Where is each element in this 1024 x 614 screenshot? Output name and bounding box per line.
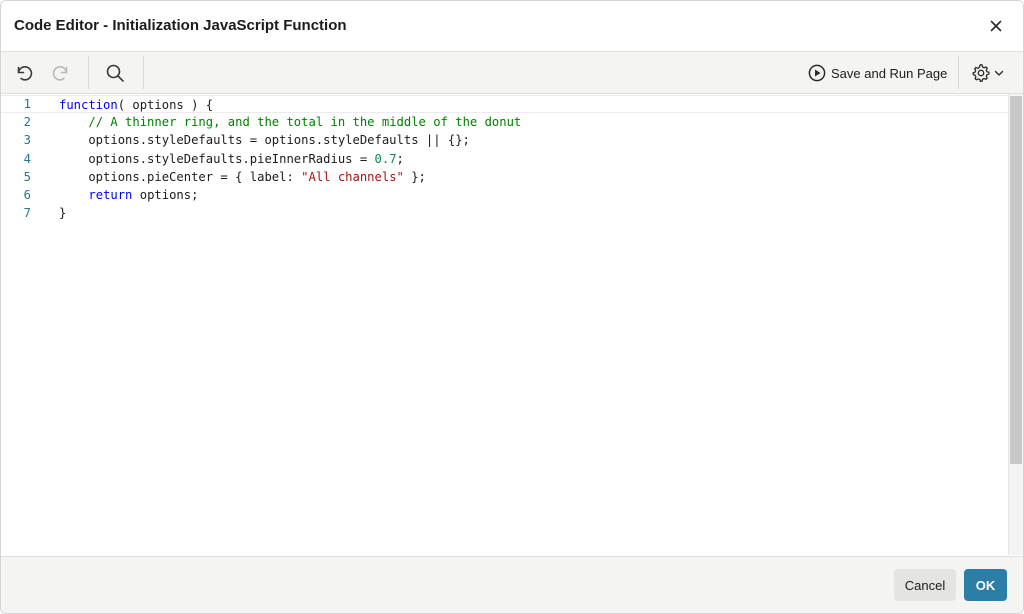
code-editor-dialog: Code Editor - Initialization JavaScript … — [0, 0, 1024, 614]
code-token: // A thinner ring, and the total in the … — [88, 115, 522, 130]
line-number-gutter: 1234567 — [1, 94, 45, 555]
code-line[interactable]: options.styleDefaults.pieInnerRadius = 0… — [59, 150, 1007, 168]
toolbar-divider — [143, 56, 144, 89]
editor-toolbar: Save and Run Page — [1, 52, 1023, 94]
line-number: 6 — [23, 188, 31, 202]
scrollbar-thumb[interactable] — [1010, 96, 1022, 464]
code-token: ( options ) { — [117, 98, 214, 112]
dialog-footer: Cancel OK — [1, 556, 1023, 613]
close-button[interactable] — [983, 13, 1009, 39]
code-line[interactable]: return options; — [59, 186, 1007, 204]
vertical-scrollbar[interactable] — [1008, 94, 1023, 555]
code-token: }; — [403, 169, 426, 184]
code-token: ; — [396, 151, 404, 166]
redo-icon — [52, 66, 68, 81]
code-token: return — [88, 188, 133, 202]
code-token: } — [59, 206, 67, 221]
code-token: options.pieCenter = { label: — [59, 169, 302, 184]
search-button[interactable] — [101, 59, 129, 87]
line-number: 4 — [23, 151, 31, 166]
save-and-run-page-label: Save and Run Page — [831, 65, 948, 81]
line-number: 3 — [23, 133, 31, 148]
code-token: options.styleDefaults.pieInnerRadius = — [59, 151, 375, 166]
code-token: options.styleDefaults = options.styleDef… — [59, 133, 470, 148]
code-line[interactable]: options.styleDefaults = options.styleDef… — [59, 131, 1007, 149]
code-area[interactable]: function( options ) { // A thinner ring,… — [1, 94, 1009, 555]
code-line[interactable]: function( options ) { — [1, 95, 1009, 113]
code-token: "All channels" — [301, 169, 404, 184]
line-number: 5 — [23, 169, 31, 184]
search-icon — [106, 64, 124, 82]
dialog-title: Code Editor - Initialization JavaScript … — [14, 17, 347, 34]
code-line[interactable]: options.pieCenter = { label: "All channe… — [59, 168, 1007, 186]
undo-button[interactable] — [10, 59, 38, 87]
dialog-titlebar: Code Editor - Initialization JavaScript … — [1, 1, 1023, 52]
line-number: 2 — [23, 115, 31, 130]
gear-icon — [972, 63, 990, 83]
chevron-down-icon — [994, 70, 1004, 76]
redo-button[interactable] — [47, 59, 75, 87]
settings-menu-button[interactable] — [971, 61, 1011, 85]
toolbar-divider — [958, 56, 959, 89]
code-token: function — [59, 98, 118, 112]
play-circle-icon — [808, 64, 826, 82]
line-number: 7 — [23, 206, 31, 221]
code-token: 0.7 — [374, 151, 397, 166]
code-line[interactable]: // A thinner ring, and the total in the … — [59, 113, 1007, 131]
ok-button[interactable]: OK — [964, 569, 1007, 601]
code-editor[interactable]: 1234567 function( options ) { // A thinn… — [1, 94, 1023, 555]
close-icon — [990, 20, 1002, 32]
code-token: options; — [132, 188, 199, 202]
toolbar-divider — [88, 56, 89, 89]
save-and-run-page-button[interactable]: Save and Run Page — [807, 61, 947, 85]
undo-icon — [17, 66, 33, 81]
cancel-button[interactable]: Cancel — [894, 569, 956, 601]
code-line[interactable]: } — [59, 204, 1007, 222]
